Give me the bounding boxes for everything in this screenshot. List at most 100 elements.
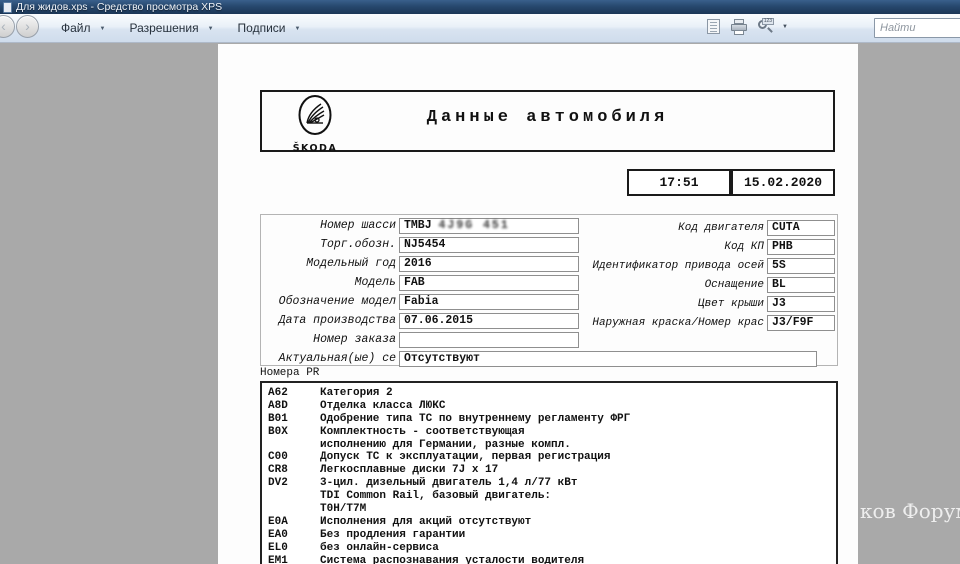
field-row: Идентификатор привода осей 5S <box>579 256 835 275</box>
field-row: Код двигателя CUTA <box>579 218 835 237</box>
fields-column-right: Код двигателя CUTA Код КП PHB Идентификатор … <box>579 218 835 332</box>
field-label: Наружная краска/Номер крас <box>592 316 764 329</box>
pr-description: Система распознавания усталости водителя <box>320 554 585 564</box>
pr-code: C00 <box>268 451 288 464</box>
field-label: Актуальная(ые) се <box>278 352 396 365</box>
field-value: 2016 <box>399 255 579 272</box>
pr-code: DV2 <box>268 477 288 490</box>
menu-label: Разрешения <box>129 21 199 35</box>
pr-item-line: A8D Отделка класса ЛЮКС <box>268 400 836 413</box>
pr-description: Допуск ТС к эксплуатации, первая регистр… <box>320 451 611 464</box>
field-label: Номер заказа <box>313 333 396 346</box>
field-row: Модельный год 2016 <box>263 254 593 273</box>
pr-item-line: EM1 Система распознавания усталости водит… <box>268 555 836 564</box>
field-row: Актуальная(ые) се Отсутствуют <box>263 349 817 368</box>
pr-item-line: TDI Common Rail, базовый двигатель: <box>268 490 836 503</box>
skoda-brand-text: ŠKODA <box>292 143 338 154</box>
field-value: J3 <box>767 295 835 312</box>
field-label: Модель <box>354 276 396 289</box>
pr-item-line: EL0 без онлайн-сервиса <box>268 542 836 555</box>
field-label: Код двигателя <box>678 221 764 234</box>
watermark-text: ков Форум <box>860 499 960 523</box>
outline-view-button[interactable] <box>704 18 722 36</box>
pr-code: EA0 <box>268 528 288 541</box>
pr-code: A8D <box>268 399 288 412</box>
field-row: Модель FAB <box>263 273 593 292</box>
window-title: Для жидов.xps - Средство просмотра XPS <box>16 1 223 13</box>
pr-item-line: A62 Категория 2 <box>268 387 836 400</box>
zoom-tool-button[interactable]: 123 <box>756 18 775 36</box>
menu-signatures[interactable]: Подписи ▼ <box>229 18 310 38</box>
pr-code: B01 <box>268 412 288 425</box>
back-button[interactable]: ‹ <box>0 15 15 38</box>
titlebar[interactable]: Для жидов.xps - Средство просмотра XPS <box>0 0 960 14</box>
document-page: ŠKODA Данные автомобиля 17:51 15.02.2020… <box>218 44 858 564</box>
pr-code: CR8 <box>268 464 288 477</box>
time-box: 17:51 <box>627 169 731 196</box>
pr-item-line: T0H/T7M <box>268 503 836 516</box>
menu-file[interactable]: Файл ▼ <box>52 18 114 38</box>
field-row: Наружная краска/Номер крас J3/F9F <box>579 313 835 332</box>
pr-description: Легкосплавные диски 7J x 17 <box>320 464 499 477</box>
field-row: Торг.обозн. NJ5454 <box>263 235 593 254</box>
toolbar: ‹ › Файл ▼ Разрешения ▼ Подписи ▼ 123 ▼ <box>0 14 960 43</box>
obscured-value: 4J9G 451 <box>438 218 510 232</box>
fields-column-left: Номер шасси TMBJ 4J9G 451 Торг.обозн. NJ545… <box>263 216 817 368</box>
menu-label: Подписи <box>237 21 286 35</box>
field-row: Номер шасси TMBJ 4J9G 451 <box>263 216 593 235</box>
pr-section-label: Номера PR <box>260 367 320 379</box>
field-value: TMBJ 4J9G 451 <box>399 217 579 234</box>
search-input[interactable] <box>874 18 960 38</box>
pr-code: A62 <box>268 387 288 399</box>
field-value: PHB <box>767 238 835 255</box>
pr-description: Категория 2 <box>320 387 393 399</box>
zoom-dropdown-arrow-icon[interactable]: ▼ <box>782 24 788 30</box>
field-row: Оснащение BL <box>579 275 835 294</box>
field-value: Fabia <box>399 293 579 310</box>
date-box: 15.02.2020 <box>731 169 835 196</box>
pr-code <box>268 439 320 452</box>
field-value: FAB <box>399 274 579 291</box>
field-label: Модельный год <box>306 257 396 270</box>
xps-viewer-window: Для жидов.xps - Средство просмотра XPS ‹… <box>0 0 960 564</box>
menu-bar: Файл ▼ Разрешения ▼ Подписи ▼ <box>52 14 315 42</box>
xps-document-icon <box>3 1 12 13</box>
field-label: Код КП <box>724 240 764 253</box>
pr-description: Исполнения для акций отсутствуют <box>320 515 532 528</box>
menu-permissions[interactable]: Разрешения ▼ <box>120 18 222 38</box>
pr-rows: A62 Категория 2 A8D Отделка класса ЛЮКС B01 О… <box>268 387 836 564</box>
pr-item-line: исполнению для Германии, разные компл. <box>268 439 836 452</box>
forward-button[interactable]: › <box>16 15 39 38</box>
pr-item-line: CR8 Легкосплавные диски 7J x 17 <box>268 464 836 477</box>
pr-item-line: EA0 Без продления гарантии <box>268 529 836 542</box>
pr-description: исполнению для Германии, разные компл. <box>320 438 571 451</box>
outline-view-icon <box>706 19 720 34</box>
pr-item-line: C00 Допуск ТС к эксплуатации, первая реги… <box>268 451 836 464</box>
pr-description: Отделка класса ЛЮКС <box>320 399 446 412</box>
dropdown-arrow-icon: ▼ <box>207 26 214 32</box>
forward-arrow-icon: › <box>25 18 30 34</box>
pr-description: T0H/T7M <box>320 503 367 516</box>
pr-item-line: B0X Комплектность - соответствующая <box>268 426 836 439</box>
document-header-box: ŠKODA Данные автомобиля <box>260 90 835 154</box>
field-value: Отсутствуют <box>399 350 817 367</box>
field-label: Обозначение модел <box>278 295 396 308</box>
toolbar-icons: 123 ▼ <box>704 18 788 36</box>
dropdown-arrow-icon: ▼ <box>294 26 301 32</box>
field-value <box>399 331 579 348</box>
vehicle-data-form: Номер шасси TMBJ 4J9G 451 Торг.обозн. NJ545… <box>260 214 838 368</box>
document-area: ŠKODA Данные автомобиля 17:51 15.02.2020… <box>0 43 960 564</box>
pr-code: EM1 <box>268 554 288 564</box>
pr-description: Комплектность - соответствующая <box>320 425 525 438</box>
field-row: Обозначение модел Fabia <box>263 292 593 311</box>
field-row: Номер заказа <box>263 330 593 349</box>
menu-label: Файл <box>61 21 91 35</box>
field-label: Дата производства <box>278 314 396 327</box>
back-arrow-icon: ‹ <box>1 18 6 34</box>
print-button[interactable] <box>730 18 748 36</box>
pr-code <box>268 490 320 503</box>
field-label: Номер шасси <box>320 219 396 232</box>
pr-code: E0A <box>268 515 288 528</box>
field-value: 5S <box>767 257 835 274</box>
field-value: NJ5454 <box>399 236 579 253</box>
